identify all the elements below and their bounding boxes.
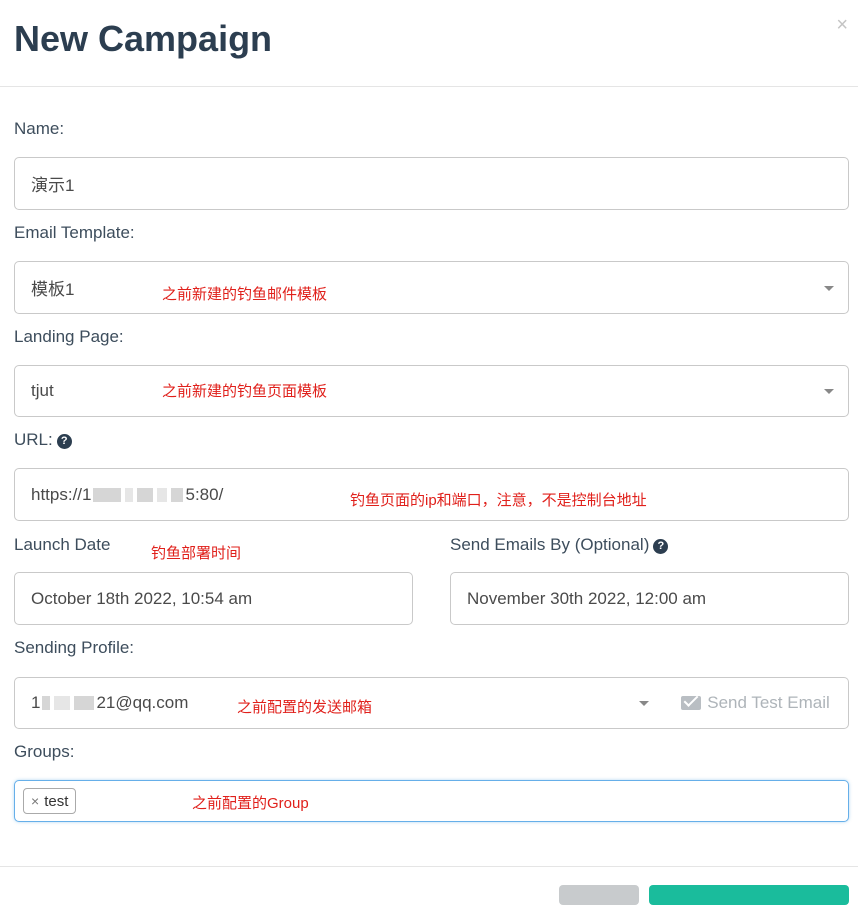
email-template-note: 之前新建的钓鱼邮件模板 [162, 286, 328, 303]
sending-profile-value: 1 21@qq.com [31, 693, 188, 713]
page-title: New Campaign [14, 18, 273, 59]
name-label: Name: [14, 119, 65, 138]
landing-page-value: tjut [31, 381, 54, 400]
chevron-down-icon [824, 285, 834, 291]
group-tag: × test [23, 788, 77, 814]
chevron-down-icon [639, 701, 649, 706]
footer-divider [0, 866, 858, 867]
modal-header: New Campaign × [0, 0, 858, 87]
send-by-value: November 30th 2022, 12:00 am [467, 588, 707, 608]
envelope-icon [681, 696, 702, 710]
send-test-email-button[interactable]: Send Test Email [663, 677, 849, 729]
email-template-value: 模板1 [31, 280, 75, 299]
groups-input[interactable]: × test [14, 780, 849, 822]
close-icon[interactable]: × [836, 14, 848, 37]
redacted-block [137, 487, 154, 502]
url-value-suffix: 5:80/ [185, 484, 224, 504]
url-label-text: URL: [14, 430, 53, 449]
sending-profile-value-prefix: 1 [31, 693, 41, 712]
redacted-block [93, 487, 122, 502]
groups-label: Groups: [14, 742, 75, 761]
redacted-block [157, 487, 168, 502]
launch-date-input[interactable]: October 18th 2022, 10:54 am [14, 572, 413, 625]
redacted-block [42, 696, 51, 710]
group-tag-label: test [44, 792, 69, 810]
redacted-block [74, 696, 95, 710]
redacted-block [171, 487, 184, 502]
url-value: https://1 5:80/ [31, 485, 223, 505]
url-value-prefix: https://1 [31, 484, 92, 504]
redacted-block [125, 487, 134, 502]
sending-profile-value-suffix: 21@qq.com [96, 693, 189, 712]
email-template-select[interactable]: 模板1 [14, 261, 849, 314]
send-by-label-text: Send Emails By (Optional) [450, 535, 650, 554]
launch-date-note: 钓鱼部署时间 [151, 545, 242, 562]
question-circle-icon[interactable]: ? [653, 539, 669, 554]
send-by-input[interactable]: November 30th 2022, 12:00 am [450, 572, 849, 625]
send-by-label: Send Emails By (Optional)? [450, 535, 669, 555]
close-button[interactable] [559, 885, 639, 905]
launch-date-label: Launch Date [14, 535, 111, 554]
launch-date-value: October 18th 2022, 10:54 am [31, 588, 253, 608]
landing-page-note: 之前新建的钓鱼页面模板 [162, 383, 328, 400]
sending-profile-note: 之前配置的发送邮箱 [237, 699, 373, 716]
redacted-block [54, 696, 71, 710]
landing-page-select[interactable]: tjut [14, 365, 849, 417]
launch-campaign-button[interactable] [649, 885, 849, 905]
url-note: 钓鱼页面的ip和端口，注意，不是控制台地址 [350, 492, 647, 509]
send-test-email-label: Send Test Email [707, 693, 830, 712]
remove-tag-icon[interactable]: × [31, 793, 39, 809]
name-input[interactable]: 演示1 [14, 157, 849, 210]
sending-profile-label: Sending Profile: [14, 638, 135, 657]
landing-page-label: Landing Page: [14, 327, 124, 346]
chevron-down-icon [824, 389, 834, 394]
question-circle-icon[interactable]: ? [56, 434, 72, 449]
name-value: 演示1 [31, 176, 75, 195]
groups-note: 之前配置的Group [192, 795, 309, 812]
email-template-label: Email Template: [14, 223, 135, 242]
url-label: URL:? [14, 430, 72, 450]
